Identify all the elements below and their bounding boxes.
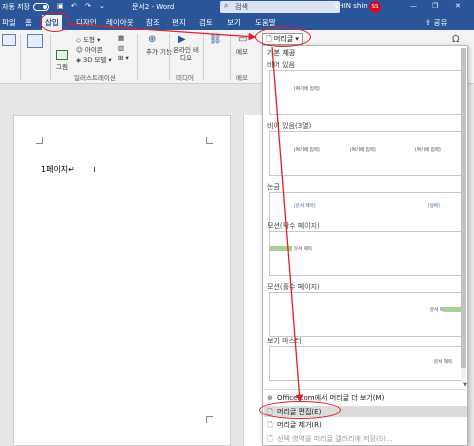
document-title: 문서2 - Word [132, 3, 175, 11]
builtin-section-label: 기본 제공 [267, 49, 296, 57]
tab-home[interactable]: 홈 [25, 17, 32, 28]
3d-models-button[interactable]: ◈ 3D 모델 ▾ [76, 54, 112, 64]
group-illustrations-label: 일러스트레이션 [74, 74, 116, 82]
memo-label[interactable]: 메모 [236, 46, 248, 56]
motion-bar [270, 246, 292, 251]
text-cursor [94, 167, 95, 172]
symbol-icon[interactable]: Ω [452, 34, 460, 45]
thumb-placeholder: [여기에 입력] [294, 148, 320, 153]
gallery-item-label: 비어 있음 [267, 61, 295, 69]
ribbon-tabs: 파일 홈 삽입 디자인 레이아웃 참조 편지 검토 보기 도움말 ⇪ 공유 [0, 14, 474, 30]
gallery-item-label: 모션(홀수 페이지) [267, 283, 320, 291]
remove-header-icon: 🗋 [267, 421, 273, 429]
3d-models-label: 3D 모델 [83, 56, 107, 64]
tab-help[interactable]: 도움말 [255, 17, 276, 28]
table-icon[interactable] [27, 34, 43, 48]
tab-mailings[interactable]: 편지 [172, 17, 186, 28]
picture-label: 그림 [56, 63, 68, 71]
scroll-down-arrow-icon[interactable]: ▼ [463, 382, 467, 388]
globe-icon: ⊕ [267, 394, 273, 402]
scrollbar-thumb[interactable] [461, 48, 466, 368]
pages-icon[interactable] [2, 34, 16, 46]
gallery-item-view-master[interactable]: 문서 제목 [269, 346, 463, 381]
margin-mark-top-right [206, 137, 213, 144]
tab-file[interactable]: 파일 [2, 17, 16, 28]
avatar[interactable]: SS [369, 1, 381, 13]
remove-header-label: 머리글 제거(R) [277, 421, 322, 429]
group-memo-label: 메모 [236, 74, 248, 82]
thumb-placeholder: [문서 제목] [294, 204, 316, 209]
thumb-placeholder: 문서 제목 [434, 360, 452, 365]
online-video-icon[interactable]: ▶ [178, 34, 186, 45]
undo-icon[interactable]: ↶ [71, 2, 77, 10]
share-label: 공유 [433, 18, 448, 27]
screenshot-icon[interactable]: ⊞ ▾ [118, 54, 129, 62]
tab-layout[interactable]: 레이아웃 [106, 17, 134, 28]
redo-icon[interactable]: ↷ [85, 2, 91, 10]
autosave-toggle[interactable] [33, 3, 49, 11]
share-button[interactable]: ⇪ 공유 [425, 17, 447, 28]
online-video-label[interactable]: 온라인 비디오 [173, 46, 199, 62]
thumb-placeholder: [여기에 입력] [350, 148, 376, 153]
annotation-circle-header-button [255, 27, 311, 47]
group-media-label: 미디어 [176, 74, 194, 82]
page-text: 1페이지↵ [41, 165, 75, 174]
icons-label: 아이콘 [84, 46, 103, 54]
save-icon[interactable]: ▣ [57, 2, 64, 10]
search-placeholder: 검색 [235, 3, 248, 11]
document-page[interactable]: 1페이지↵ [13, 115, 231, 446]
save-selection-item[interactable]: 🗋 선택 영역을 머리글 갤러리에 저장(S)... [267, 434, 393, 446]
addins-store-icon[interactable]: ⊕ [148, 34, 156, 45]
restore-icon[interactable]: ❐ [432, 2, 438, 10]
gallery-item-label: 보기 마스터 [267, 337, 302, 345]
shapes-button[interactable]: ◇ 도형 ▾ [76, 34, 100, 44]
save-gallery-icon: 🗋 [267, 435, 273, 443]
margin-mark-top-left [36, 137, 43, 144]
gallery-item-motion-even[interactable]: 문서 제목 [269, 231, 463, 276]
minimize-icon[interactable]: — [410, 2, 417, 10]
search-icon: ⌕ [224, 1, 229, 10]
annotation-circle-edit-header [259, 401, 341, 419]
title-bar: 자동 저장 ▣ ↶ ↷ ⌄ 문서2 - Word ⌕ 검색 SHIN shin … [0, 0, 474, 14]
customize-toolbar-icon[interactable]: ⌄ [99, 2, 105, 10]
gallery-item-label: 눈금 [267, 183, 280, 191]
thumb-placeholder: [여기에 입력] [415, 148, 441, 153]
gallery-item-motion-odd[interactable]: 문서 제목 [269, 292, 463, 337]
shapes-label: 도형 [83, 36, 96, 44]
thumb-placeholder: 문서 제목 [294, 247, 312, 252]
tab-review[interactable]: 검토 [199, 17, 213, 28]
gallery-item-label: 모션(짝수 페이지) [267, 222, 320, 230]
user-name[interactable]: SHIN shin [334, 2, 368, 10]
smartart-icon[interactable]: ▦ [118, 34, 124, 42]
document-area: 1페이지↵ [0, 85, 262, 446]
save-selection-label: 선택 영역을 머리글 갤러리에 저장(S)... [277, 435, 393, 443]
picture-icon[interactable] [56, 50, 68, 60]
gallery-item-blank[interactable]: [여기에 입력] [269, 70, 463, 115]
margin-mark-bottom-right [206, 416, 213, 423]
tab-view[interactable]: 보기 [227, 17, 241, 28]
next-document-page[interactable] [243, 115, 262, 446]
close-icon[interactable]: ✕ [455, 2, 461, 10]
thumb-placeholder: [여기에 입력] [294, 87, 320, 92]
search-box[interactable]: ⌕ 검색 [220, 1, 340, 13]
gallery-item-label: 비어 있음(3열) [267, 122, 312, 130]
comment-icon[interactable]: ▭ [238, 34, 247, 45]
tab-design[interactable]: 디자인 [76, 17, 97, 28]
tab-references[interactable]: 참조 [146, 17, 160, 28]
chart-icon[interactable]: ▥ [118, 44, 124, 52]
thumb-placeholder: [날짜] [428, 204, 440, 209]
remove-header-item[interactable]: 🗋 머리글 제거(R) [267, 420, 322, 432]
link-icon[interactable]: ⛓ [209, 34, 222, 45]
autosave-label: 자동 저장 [2, 3, 30, 11]
icons-button[interactable]: ☺ 아이콘 [76, 44, 103, 54]
header-gallery-dropdown: 기본 제공 비어 있음 [여기에 입력] 비어 있음(3열) [여기에 입력] … [262, 45, 468, 446]
gallery-scrollbar[interactable] [461, 48, 466, 383]
annotation-circle-insert-tab [40, 12, 70, 32]
gallery-item-blank-3col[interactable]: [여기에 입력] [여기에 입력] [여기에 입력] [269, 131, 463, 176]
